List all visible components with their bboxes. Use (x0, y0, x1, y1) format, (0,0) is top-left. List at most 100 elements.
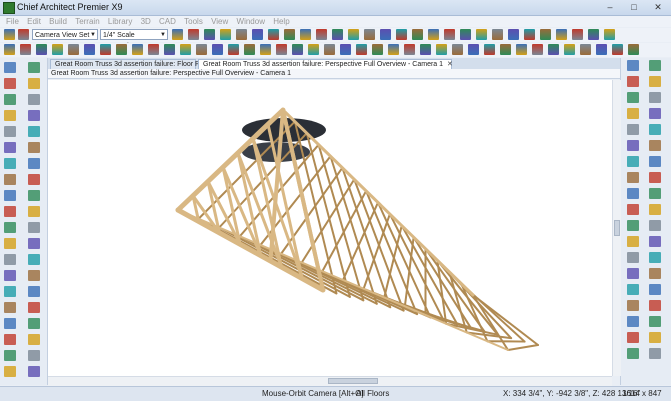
toolbar-tool-icon[interactable] (364, 29, 375, 40)
toolbar-tool-icon[interactable] (548, 44, 559, 55)
toolbar-tool-icon[interactable] (356, 44, 367, 55)
toolbar-tool-icon[interactable] (268, 29, 279, 40)
toolbar-tool-icon[interactable] (627, 236, 639, 247)
toolbar-tool-icon[interactable] (627, 284, 639, 295)
toolbar-tool-icon[interactable] (220, 29, 231, 40)
toolbar-tool-icon[interactable] (4, 254, 16, 265)
toolbar-tool-icon[interactable] (627, 252, 639, 263)
toolbar-tool-icon[interactable] (627, 140, 639, 151)
toolbar-tool-icon[interactable] (649, 300, 661, 311)
toolbar-tool-icon[interactable] (260, 44, 271, 55)
toolbar-tool-icon[interactable] (627, 172, 639, 183)
toolbar-tool-icon[interactable] (4, 318, 16, 329)
toolbar-tool-icon[interactable] (612, 44, 623, 55)
toolbar-tool-icon[interactable] (244, 44, 255, 55)
menu-build[interactable]: Build (49, 16, 67, 27)
toolbar-tool-icon[interactable] (28, 142, 40, 153)
menu-terrain[interactable]: Terrain (75, 16, 99, 27)
toolbar-tool-icon[interactable] (412, 29, 423, 40)
toolbar-tool-icon[interactable] (28, 366, 40, 377)
toolbar-tool-icon[interactable] (4, 94, 16, 105)
toolbar-tool-icon[interactable] (596, 44, 607, 55)
toolbar-tool-icon[interactable] (18, 29, 29, 40)
toolbar-tool-icon[interactable] (228, 44, 239, 55)
toolbar-tool-icon[interactable] (132, 44, 143, 55)
toolbar-tool-icon[interactable] (28, 110, 40, 121)
toolbar-tool-icon[interactable] (300, 29, 311, 40)
toolbar-tool-icon[interactable] (627, 316, 639, 327)
toolbar-tool-icon[interactable] (396, 29, 407, 40)
toolbar-tool-icon[interactable] (580, 44, 591, 55)
toolbar-tool-icon[interactable] (649, 236, 661, 247)
toolbar-tool-icon[interactable] (649, 268, 661, 279)
toolbar-tool-icon[interactable] (649, 60, 661, 71)
toolbar-tool-icon[interactable] (627, 268, 639, 279)
toolbar-tool-icon[interactable] (36, 44, 47, 55)
toolbar-tool-icon[interactable] (428, 29, 439, 40)
toolbar-tool-icon[interactable] (28, 334, 40, 345)
toolbar-tool-icon[interactable] (627, 92, 639, 103)
toolbar-tool-icon[interactable] (4, 302, 16, 313)
menu-cad[interactable]: CAD (159, 16, 176, 27)
toolbar-tool-icon[interactable] (84, 44, 95, 55)
toolbar-tool-icon[interactable] (627, 60, 639, 71)
toolbar-tool-icon[interactable] (532, 44, 543, 55)
toolbar-tool-icon[interactable] (572, 29, 583, 40)
camera-view-set-select[interactable]: Camera View Set▼ (32, 29, 98, 40)
toolbar-tool-icon[interactable] (649, 172, 661, 183)
toolbar-tool-icon[interactable] (204, 29, 215, 40)
menu-view[interactable]: View (211, 16, 228, 27)
toolbar-tool-icon[interactable] (388, 44, 399, 55)
close-tab-icon[interactable]: ✕ (447, 61, 453, 68)
toolbar-tool-icon[interactable] (316, 29, 327, 40)
toolbar-tool-icon[interactable] (4, 62, 16, 73)
menu-edit[interactable]: Edit (27, 16, 41, 27)
toolbar-tool-icon[interactable] (4, 270, 16, 281)
toolbar-tool-icon[interactable] (649, 316, 661, 327)
toolbar-tool-icon[interactable] (28, 158, 40, 169)
maximize-button[interactable]: □ (625, 1, 643, 13)
toolbar-tool-icon[interactable] (4, 286, 16, 297)
toolbar-tool-icon[interactable] (649, 124, 661, 135)
toolbar-tool-icon[interactable] (28, 62, 40, 73)
toolbar-tool-icon[interactable] (4, 174, 16, 185)
menu-window[interactable]: Window (237, 16, 265, 27)
toolbar-tool-icon[interactable] (649, 108, 661, 119)
toolbar-tool-icon[interactable] (627, 332, 639, 343)
menu-tools[interactable]: Tools (184, 16, 203, 27)
vertical-scrollbar[interactable] (612, 80, 621, 376)
toolbar-tool-icon[interactable] (188, 29, 199, 40)
toolbar-tool-icon[interactable] (28, 126, 40, 137)
toolbar-tool-icon[interactable] (649, 156, 661, 167)
toolbar-tool-icon[interactable] (252, 29, 263, 40)
toolbar-tool-icon[interactable] (172, 29, 183, 40)
toolbar-tool-icon[interactable] (500, 44, 511, 55)
toolbar-tool-icon[interactable] (4, 44, 15, 55)
toolbar-tool-icon[interactable] (28, 94, 40, 105)
toolbar-tool-icon[interactable] (28, 318, 40, 329)
toolbar-tool-icon[interactable] (180, 44, 191, 55)
toolbar-tool-icon[interactable] (649, 332, 661, 343)
toolbar-tool-icon[interactable] (28, 286, 40, 297)
toolbar-tool-icon[interactable] (28, 78, 40, 89)
toolbar-tool-icon[interactable] (4, 190, 16, 201)
toolbar-tool-icon[interactable] (649, 76, 661, 87)
tab-perspective[interactable]: Great Room Truss 3d assertion failure: P… (198, 59, 452, 69)
toolbar-tool-icon[interactable] (28, 190, 40, 201)
3d-viewport[interactable] (48, 80, 612, 376)
toolbar-tool-icon[interactable] (516, 44, 527, 55)
toolbar-tool-icon[interactable] (4, 78, 16, 89)
toolbar-tool-icon[interactable] (380, 29, 391, 40)
toolbar-tool-icon[interactable] (4, 29, 15, 40)
toolbar-tool-icon[interactable] (627, 108, 639, 119)
toolbar-tool-icon[interactable] (212, 44, 223, 55)
toolbar-tool-icon[interactable] (28, 302, 40, 313)
toolbar-tool-icon[interactable] (649, 220, 661, 231)
toolbar-tool-icon[interactable] (649, 252, 661, 263)
toolbar-tool-icon[interactable] (148, 44, 159, 55)
toolbar-tool-icon[interactable] (20, 44, 31, 55)
toolbar-tool-icon[interactable] (340, 44, 351, 55)
toolbar-tool-icon[interactable] (476, 29, 487, 40)
close-button[interactable]: ✕ (649, 1, 667, 13)
toolbar-tool-icon[interactable] (4, 238, 16, 249)
